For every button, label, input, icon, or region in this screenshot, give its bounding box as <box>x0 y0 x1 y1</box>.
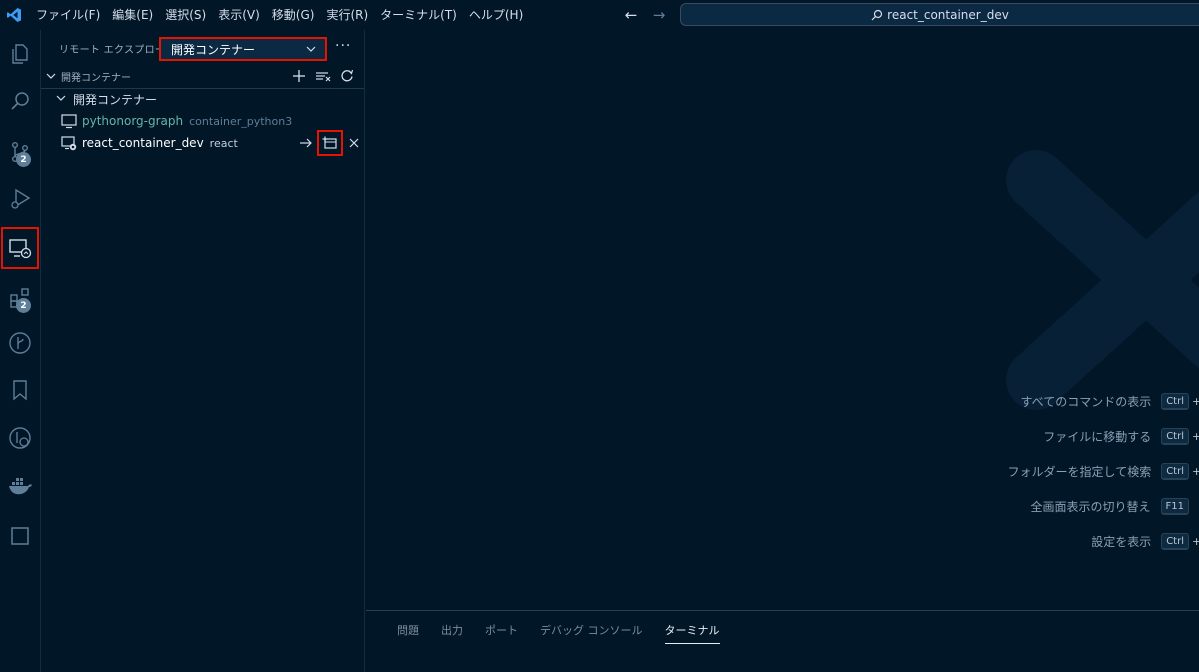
shortcut-row: 全画面表示の切り替え F11 <box>799 489 1199 524</box>
remote-select-value: 開発コンテナー <box>171 42 256 57</box>
forward-arrow-icon[interactable]: → <box>650 6 668 24</box>
bookmark-icon <box>8 378 32 402</box>
refresh-icon[interactable] <box>338 67 356 85</box>
bottom-panel: 問題 出力 ポート デバッグ コンソール ターミナル <box>366 610 1199 672</box>
remote-explorer-sidebar: リモート エクスプローラー 開発コンテナー ··· 開発コンテナー 開発コンテナ… <box>40 30 365 672</box>
shortcut-plus: + <box>1192 430 1199 443</box>
monitor-icon <box>61 113 77 129</box>
chevron-down-icon <box>55 92 67 107</box>
container-name: react_container_dev <box>82 136 204 150</box>
shortcut-row: ファイルに移動する Ctrl + <box>799 419 1199 454</box>
menu-go[interactable]: 移動(G) <box>266 0 321 30</box>
blank-activity[interactable] <box>0 514 40 558</box>
title-bar: ファイル(F) 編集(E) 選択(S) 表示(V) 移動(G) 実行(R) ター… <box>0 0 1199 30</box>
command-center-search[interactable]: react_container_dev <box>680 3 1199 26</box>
monitor-running-icon <box>61 135 77 151</box>
bookmarks-activity[interactable] <box>0 368 40 412</box>
container-item-pythonorg-graph[interactable]: pythonorg-graph container_python3 <box>41 110 364 132</box>
section-actions <box>290 67 356 85</box>
search-icon <box>871 9 883 21</box>
extensions-activity[interactable]: 2 <box>0 276 40 320</box>
menu-bar: ファイル(F) 編集(E) 選択(S) 表示(V) 移動(G) 実行(R) ター… <box>30 0 529 30</box>
shortcut-plus: + <box>1192 535 1199 548</box>
container-item-react-container-dev[interactable]: react_container_dev react <box>41 130 364 156</box>
shortcut-label: すべてのコマンドの表示 <box>1020 395 1152 409</box>
shortcut-label: 全画面表示の切り替え <box>1030 500 1151 514</box>
git-graph-icon <box>8 331 32 355</box>
editor-area: すべてのコマンドの表示 Ctrl + ファイルに移動する Ctrl + フォルダ… <box>366 30 1199 610</box>
shortcut-row: フォルダーを指定して検索 Ctrl + <box>799 454 1199 489</box>
back-arrow-icon[interactable]: ← <box>622 6 640 24</box>
run-debug-icon <box>8 187 32 211</box>
tab-problems[interactable]: 問題 <box>386 611 430 649</box>
docker-activity[interactable] <box>0 464 40 508</box>
remote-explorer-activity[interactable] <box>0 226 40 270</box>
attach-current-window-icon[interactable] <box>296 133 316 153</box>
shortcut-label: フォルダーを指定して検索 <box>1007 465 1152 479</box>
search-activity[interactable] <box>0 80 40 124</box>
shortcut-key: Ctrl <box>1161 463 1189 480</box>
chevron-down-icon <box>305 43 317 58</box>
panel-tabs: 問題 出力 ポート デバッグ コンソール ターミナル <box>366 611 1199 649</box>
attach-new-window-icon[interactable] <box>317 130 343 156</box>
shortcut-key: Ctrl <box>1161 428 1189 445</box>
container-description: react <box>209 136 238 150</box>
more-actions-button[interactable]: ··· <box>335 38 351 54</box>
shortcut-label: ファイルに移動する <box>1043 430 1152 444</box>
docker-icon <box>7 475 33 497</box>
vscode-watermark-icon <box>996 150 1199 414</box>
source-control-activity[interactable]: 2 <box>0 130 40 174</box>
group-label: 開発コンテナー <box>73 93 158 107</box>
chevron-down-icon <box>45 67 57 86</box>
menu-selection[interactable]: 選択(S) <box>159 0 212 30</box>
navigation-arrows: ← → <box>622 0 668 30</box>
vscode-logo-icon <box>2 0 26 30</box>
shortcut-key: F11 <box>1160 498 1189 515</box>
container-description: container_python3 <box>189 114 293 128</box>
menu-run[interactable]: 実行(R) <box>320 0 374 30</box>
menu-help[interactable]: ヘルプ(H) <box>463 0 529 30</box>
extensions-badge: 2 <box>16 298 31 313</box>
keyboard-shortcut-hints: すべてのコマンドの表示 Ctrl + ファイルに移動する Ctrl + フォルダ… <box>799 384 1199 559</box>
add-icon[interactable] <box>290 67 308 85</box>
menu-file[interactable]: ファイル(F) <box>30 0 106 30</box>
shortcut-key: Ctrl <box>1161 533 1189 550</box>
dev-containers-group[interactable]: 開発コンテナー <box>41 88 364 110</box>
sidebar-header: リモート エクスプローラー 開発コンテナー ··· <box>41 30 364 66</box>
square-icon <box>9 525 31 547</box>
tab-terminal[interactable]: ターミナル <box>654 611 731 649</box>
section-title: 開発コンテナー <box>61 72 131 84</box>
shortcut-plus: + <box>1192 395 1199 408</box>
shortcut-plus: + <box>1192 465 1199 478</box>
run-debug-activity[interactable] <box>0 177 40 221</box>
tab-ports[interactable]: ポート <box>474 611 529 649</box>
command-center-text: react_container_dev <box>887 7 1009 22</box>
remote-type-select[interactable]: 開発コンテナー <box>159 37 327 61</box>
git-graph-activity[interactable] <box>0 321 40 365</box>
git-history-activity[interactable] <box>0 416 40 460</box>
shortcut-row: 設定を表示 Ctrl + <box>799 524 1199 559</box>
git-history-icon <box>8 426 32 450</box>
shortcut-label: 設定を表示 <box>1091 535 1152 549</box>
dev-containers-section-header[interactable]: 開発コンテナー <box>41 66 364 86</box>
scm-badge: 2 <box>16 152 31 167</box>
menu-view[interactable]: 表示(V) <box>212 0 266 30</box>
shortcut-row: すべてのコマンドの表示 Ctrl + <box>799 384 1199 419</box>
remote-explorer-icon <box>8 236 32 260</box>
menu-edit[interactable]: 編集(E) <box>106 0 159 30</box>
search-icon <box>8 90 32 114</box>
explorer-activity[interactable] <box>0 32 40 76</box>
shortcut-key: Ctrl <box>1161 393 1189 410</box>
menu-terminal[interactable]: ターミナル(T) <box>374 0 463 30</box>
container-name: pythonorg-graph <box>82 114 184 128</box>
dev-containers-tree: 開発コンテナー pythonorg-graph container_python… <box>41 88 364 156</box>
tab-output[interactable]: 出力 <box>430 611 474 649</box>
activity-bar: 2 2 <box>0 30 40 672</box>
container-inline-actions <box>296 130 364 156</box>
files-icon <box>8 42 32 66</box>
clear-list-icon[interactable] <box>314 67 332 85</box>
tab-debug-console[interactable]: デバッグ コンソール <box>529 611 654 649</box>
remove-container-icon[interactable] <box>344 133 364 153</box>
